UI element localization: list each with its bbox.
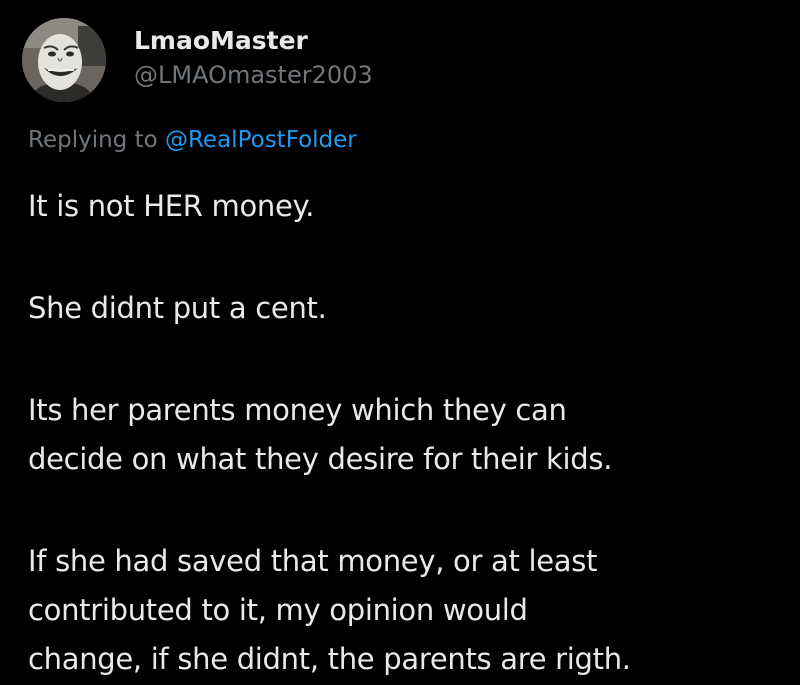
tweet-body: It is not HER money. She didnt put a cen…	[28, 182, 788, 684]
tweet-text-line: change, if she didnt, the parents are ri…	[28, 642, 631, 676]
replying-to-prefix: Replying to	[28, 127, 158, 153]
tweet-text-line: contributed to it, my opinion would	[28, 593, 528, 627]
tweet: LmaoMaster @LMAOmaster2003 Replying to @…	[0, 0, 800, 685]
tweet-text-line: It is not HER money.	[28, 189, 315, 223]
tweet-text-line: Its her parents money which they can	[28, 393, 567, 427]
tweet-text-line: decide on what they desire for their kid…	[28, 442, 613, 476]
tweet-text-line: She didnt put a cent.	[28, 291, 327, 325]
tweet-header: LmaoMaster @LMAOmaster2003	[22, 18, 373, 104]
author-handle[interactable]: @LMAOmaster2003	[134, 60, 373, 90]
tweet-text-line: If she had saved that money, or at least	[28, 544, 598, 578]
author-names: LmaoMaster @LMAOmaster2003	[134, 26, 373, 90]
avatar[interactable]	[22, 18, 106, 102]
author-display-name[interactable]: LmaoMaster	[134, 26, 373, 56]
replying-to: Replying to @RealPostFolder	[28, 124, 357, 156]
avatar-troll-mask-icon	[22, 18, 106, 102]
replying-to-handle-link[interactable]: @RealPostFolder	[165, 127, 357, 153]
